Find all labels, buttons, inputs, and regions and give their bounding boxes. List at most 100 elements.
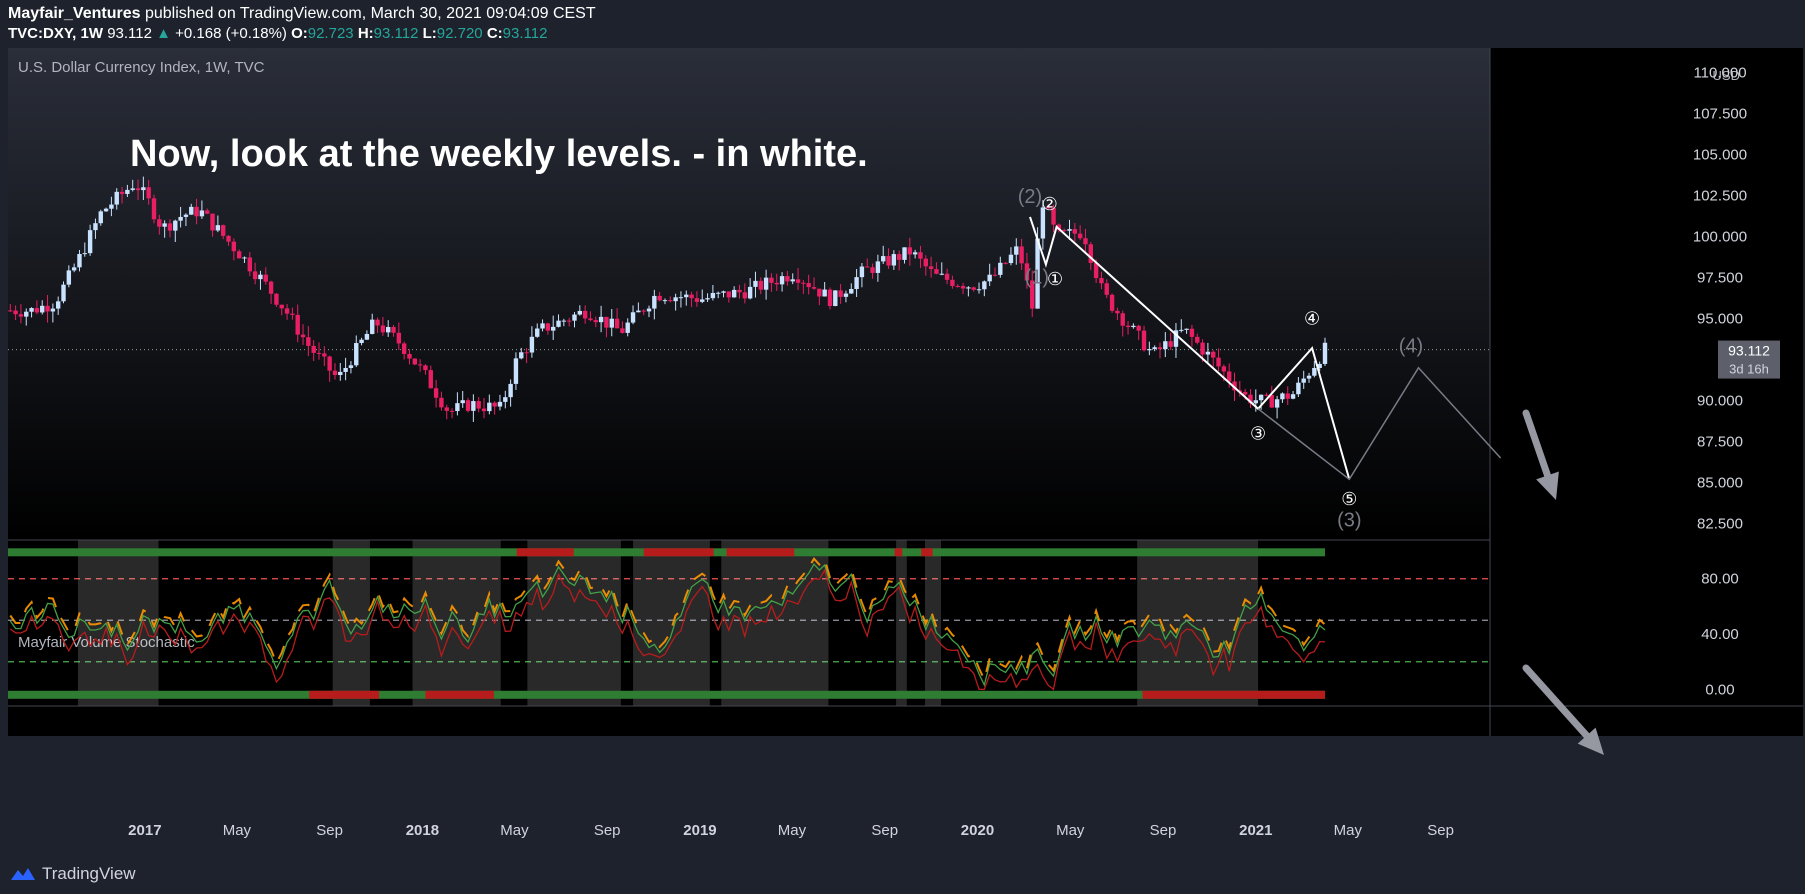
candle-body xyxy=(93,223,98,231)
candle-body xyxy=(865,266,870,268)
candle-body xyxy=(1296,382,1301,395)
price-pane[interactable]: U.S. Dollar Currency Index, 1W, TVC Now, … xyxy=(8,48,1490,540)
candle-body xyxy=(588,318,593,321)
candle-body xyxy=(306,337,311,346)
candle-body xyxy=(50,308,56,312)
candle-body xyxy=(1163,341,1168,350)
bottom-red-bar xyxy=(309,690,380,699)
candle-body xyxy=(370,319,375,334)
candle-body xyxy=(652,295,657,309)
candle-body xyxy=(806,283,811,288)
time-tick: 2019 xyxy=(683,822,716,839)
candle-body xyxy=(311,345,316,353)
bottom-state-bar xyxy=(8,690,1325,699)
time-tick: May xyxy=(1334,822,1363,839)
candle-body xyxy=(689,294,694,299)
candle-body xyxy=(881,256,886,262)
candle-body xyxy=(146,187,151,199)
oscillator-pane[interactable]: Mayfair Volume Stochastic xyxy=(8,540,1490,706)
price-tick: 102.500 xyxy=(1693,188,1747,205)
candle-body xyxy=(1109,294,1115,311)
candle-body xyxy=(902,247,907,260)
candle-body xyxy=(1253,400,1258,404)
time-tick: May xyxy=(500,822,529,839)
candle-body xyxy=(1115,310,1120,314)
candle-body xyxy=(987,274,992,282)
candle-body xyxy=(662,300,668,302)
candle-body xyxy=(1077,233,1083,239)
price-tick: 95.000 xyxy=(1697,311,1743,328)
candle-body xyxy=(955,285,960,287)
candle-body xyxy=(210,213,215,231)
top-red-bar xyxy=(516,548,574,557)
candle-body xyxy=(769,277,774,283)
candle-body xyxy=(508,383,513,398)
candle-body xyxy=(668,300,673,302)
candle-body xyxy=(1189,328,1195,337)
price-tick: 85.000 xyxy=(1697,475,1743,492)
candle-body xyxy=(455,403,460,412)
candle-body xyxy=(338,371,343,376)
candle-body xyxy=(1211,351,1216,358)
candle-body xyxy=(471,401,476,411)
oscillator-tick: 40.00 xyxy=(1701,626,1739,643)
candle-body xyxy=(519,352,524,359)
tradingview-footer[interactable]: TradingView xyxy=(10,864,136,884)
candle-body xyxy=(1269,395,1274,408)
candle-body xyxy=(907,247,913,255)
candle-body xyxy=(896,254,902,260)
candle-body xyxy=(1258,394,1264,401)
candle-body xyxy=(566,320,572,322)
candle-body xyxy=(141,187,146,191)
candle-body xyxy=(572,314,577,321)
candle-body xyxy=(492,402,497,407)
candle-body xyxy=(40,305,45,313)
time-tick: May xyxy=(1056,822,1085,839)
highlight-band xyxy=(721,540,829,706)
candle-body xyxy=(998,262,1003,275)
time-tick: Sep xyxy=(1150,822,1177,839)
candle-body xyxy=(279,304,284,309)
candle-body xyxy=(918,252,923,259)
candle-body xyxy=(322,353,327,357)
candle-body xyxy=(545,323,551,331)
candle-body xyxy=(747,286,753,299)
candle-body xyxy=(1274,399,1280,408)
tradingview-logo-icon xyxy=(11,868,35,880)
candle-body xyxy=(886,256,891,266)
candle-body xyxy=(992,274,998,276)
highlight-band xyxy=(896,540,907,706)
highlight-band xyxy=(332,540,370,706)
candle-body xyxy=(300,334,306,338)
candle-body xyxy=(252,271,258,280)
time-tick: Sep xyxy=(871,822,898,839)
candle-body xyxy=(236,251,242,259)
wave-label-white: ② xyxy=(1042,194,1058,214)
candle-body xyxy=(1184,328,1189,330)
candle-body xyxy=(891,254,897,266)
candle-body xyxy=(385,327,391,333)
highlight-band xyxy=(633,540,710,706)
candle-body xyxy=(183,214,189,217)
candle-body xyxy=(859,266,865,278)
time-tick: 2018 xyxy=(406,822,439,839)
candle-body xyxy=(268,281,274,294)
candle-body xyxy=(130,188,135,190)
candle-body xyxy=(1147,349,1152,351)
candle-body xyxy=(1008,254,1014,264)
candle-body xyxy=(1306,375,1312,379)
chart-canvas[interactable]: U.S. Dollar Currency Index, 1W, TVC Now, … xyxy=(0,0,1805,894)
candle-body xyxy=(1083,238,1088,245)
price-axis-bg xyxy=(1490,48,1803,736)
price-tick: 105.000 xyxy=(1693,147,1747,164)
candle-body xyxy=(870,267,875,273)
candle-body xyxy=(593,320,598,323)
candle-body xyxy=(944,273,950,280)
candle-body xyxy=(673,297,678,302)
highlight-band xyxy=(527,540,621,706)
candle-body xyxy=(55,301,61,309)
candle-body xyxy=(439,397,444,408)
candle-body xyxy=(449,410,455,412)
candle-body xyxy=(950,279,955,286)
oscillator-tick: 80.00 xyxy=(1701,571,1739,588)
